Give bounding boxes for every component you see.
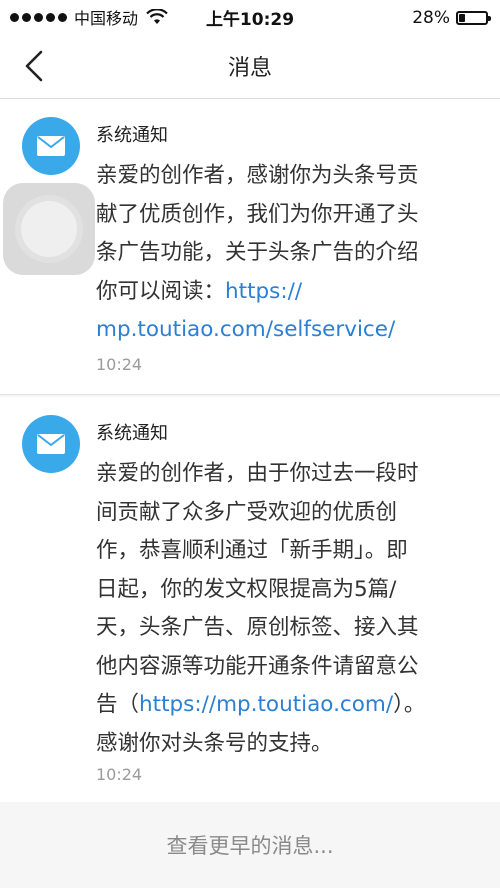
sender-avatar <box>22 117 80 175</box>
message-line: 你可以阅读：https:// <box>96 273 481 312</box>
message-line: 他内容源等功能开通条件请留意公 <box>96 653 419 679</box>
message-line: 日起，你的发文权限提高为5篇/ <box>96 576 397 602</box>
message-text: ）。 <box>393 692 426 717</box>
battery-icon <box>456 11 491 25</box>
message-line: 间贡献了众多广受欢迎的优质创 <box>96 499 398 525</box>
message-timestamp: 10:24 <box>96 765 143 784</box>
carrier-name: 中国移动 <box>74 9 139 28</box>
sender-name: 系统通知 <box>96 423 168 444</box>
message-timestamp: 10:24 <box>96 355 143 374</box>
message-line: 亲爱的创作者，感谢你为头条号贡 <box>96 163 419 188</box>
selfservice-link-continued[interactable]: mp.toutiao.com/selfservice/ <box>96 311 481 350</box>
message-text: 你可以阅读： <box>96 278 226 304</box>
message-body: 亲爱的创作者，由于你过去一段时 间贡献了众多广受欢迎的优质创 作，恭喜顺利通过「… <box>96 455 481 763</box>
mail-icon <box>37 136 65 156</box>
page-title: 消息 <box>227 56 272 81</box>
mail-icon <box>37 434 65 454</box>
chevron-left-icon <box>25 50 43 82</box>
nav-bar: 消息 <box>0 34 500 99</box>
message-line: 告（https://mp.toutiao.com/）。 <box>96 686 481 725</box>
message-line: 条广告功能，关于头条广告的介绍 <box>96 240 419 265</box>
message-line: 作，恭喜顺利通过「新手期」。即 <box>96 538 408 563</box>
selfservice-link[interactable]: https:// <box>225 279 302 304</box>
sender-avatar <box>22 415 80 473</box>
signal-strength-icon <box>10 12 67 22</box>
message-line: 感谢你对头条号的支持。 <box>96 730 333 756</box>
assistive-touch-button[interactable] <box>3 183 95 275</box>
sender-name: 系统通知 <box>96 125 168 146</box>
message-line: 献了优质创作，我们为你开通了头 <box>96 201 419 227</box>
message-line: 亲爱的创作者，由于你过去一段时 <box>96 461 419 486</box>
battery-percent: 28% <box>412 8 450 28</box>
message-item[interactable]: 系统通知 亲爱的创作者，由于你过去一段时 间贡献了众多广受欢迎的优质创 作，恭喜… <box>0 397 500 803</box>
back-button[interactable] <box>16 48 52 84</box>
status-bar: 中国移动 上午10:29 28% <box>0 0 500 34</box>
message-text: 告（ <box>96 692 140 717</box>
message-line: 天，头条广告、原创标签、接入其 <box>96 615 419 640</box>
assistive-touch-icon <box>21 201 77 257</box>
load-earlier-messages-button[interactable]: 查看更早的消息... <box>0 802 500 888</box>
toutiao-link[interactable]: https://mp.toutiao.com/ <box>139 692 393 717</box>
message-body: 亲爱的创作者，感谢你为头条号贡 献了优质创作，我们为你开通了头 条广告功能，关于… <box>96 157 481 350</box>
wifi-icon <box>146 9 168 24</box>
battery-indicator: 28% <box>412 8 491 28</box>
